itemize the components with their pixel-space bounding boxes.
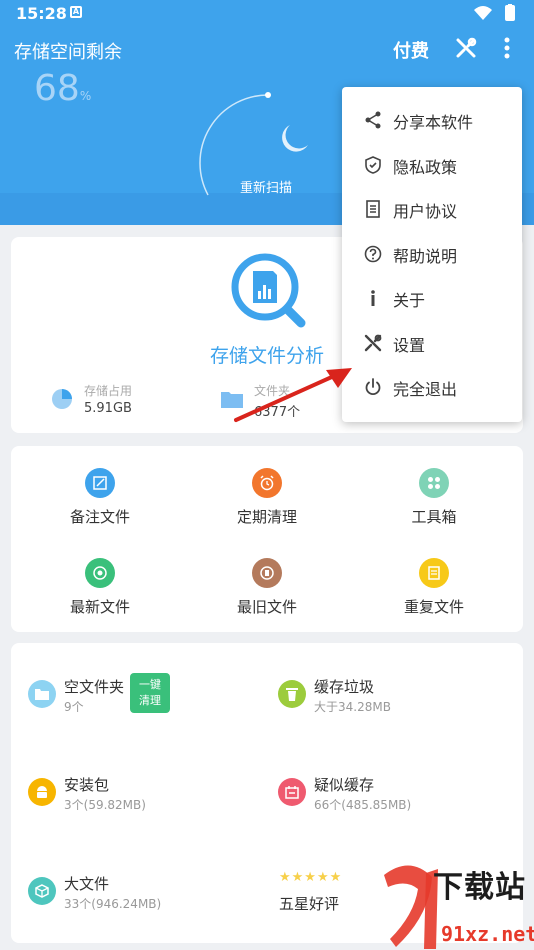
tool-label: 定期清理 bbox=[236, 508, 297, 526]
cleanup-title: 空文件夹 bbox=[64, 678, 125, 696]
notification-a-icon: A bbox=[70, 6, 82, 18]
menu-item-about[interactable]: 关于 bbox=[342, 277, 522, 321]
more-icon[interactable] bbox=[500, 36, 514, 60]
battery-icon bbox=[505, 5, 515, 21]
tool-newest-files[interactable]: 最新文件 bbox=[40, 558, 160, 617]
tool-oldest-files[interactable]: 最旧文件 bbox=[207, 558, 327, 617]
menu-label: 隐私政策 bbox=[393, 158, 458, 177]
menu-item-settings[interactable]: 设置 bbox=[342, 322, 522, 366]
cleanup-sub: 66个(485.85MB) bbox=[314, 798, 412, 812]
status-time: 15:28 bbox=[16, 4, 67, 23]
file-analysis-icon bbox=[231, 253, 306, 328]
tools-icon[interactable] bbox=[455, 37, 477, 59]
tool-label: 最新文件 bbox=[69, 598, 130, 616]
menu-item-help[interactable]: 帮助说明 bbox=[342, 233, 522, 277]
menu-item-agreement[interactable]: 用户协议 bbox=[342, 188, 522, 232]
cleanup-title: 大文件 bbox=[64, 875, 110, 893]
stat-value: 5.91GB bbox=[84, 401, 132, 416]
tools-icon bbox=[364, 334, 382, 352]
edit-icon bbox=[85, 468, 115, 498]
cleanup-title: 安装包 bbox=[64, 776, 110, 794]
share-icon bbox=[365, 111, 381, 129]
watermark-domain: 91xz.net bbox=[441, 922, 534, 946]
cleanup-sub: 33个(946.24MB) bbox=[64, 897, 162, 911]
menu-label: 帮助说明 bbox=[393, 247, 458, 266]
rescan-button[interactable]: 重新扫描 bbox=[240, 177, 292, 196]
menu-item-privacy[interactable]: 隐私政策 bbox=[342, 144, 522, 188]
rating-stars: ★★★★★ bbox=[279, 870, 343, 885]
watermark-text: 下载站 bbox=[433, 870, 526, 905]
pay-button[interactable]: 付费 bbox=[393, 37, 429, 63]
folder-icon bbox=[28, 680, 56, 708]
menu-label: 关于 bbox=[393, 291, 426, 310]
tool-notes[interactable]: 备注文件 bbox=[40, 468, 160, 527]
toolbox-icon bbox=[419, 468, 449, 498]
stat-label: 存储占用 bbox=[84, 384, 133, 398]
old-file-icon bbox=[252, 558, 282, 588]
box-icon bbox=[28, 877, 56, 905]
tool-toolbox[interactable]: 工具箱 bbox=[374, 468, 494, 527]
menu-label: 分享本软件 bbox=[393, 113, 474, 132]
page-title: 存储空间剩余 bbox=[14, 42, 122, 63]
shield-icon bbox=[365, 156, 381, 174]
one-key-clean-button[interactable]: 一键 清理 bbox=[130, 673, 170, 713]
menu-label: 完全退出 bbox=[393, 380, 458, 399]
storage-percent: 68% bbox=[34, 68, 92, 109]
status-icons bbox=[472, 4, 518, 26]
tools-card: 备注文件 定期清理 工具箱 最新文件 最旧文件 重复文件 bbox=[11, 446, 523, 632]
help-icon bbox=[364, 245, 382, 263]
cleanup-title: 疑似缓存 bbox=[314, 776, 375, 794]
tool-duplicate-files[interactable]: 重复文件 bbox=[374, 558, 494, 617]
cleanup-title: 缓存垃圾 bbox=[314, 678, 375, 696]
alarm-icon bbox=[252, 468, 282, 498]
new-file-icon bbox=[85, 558, 115, 588]
tool-label: 工具箱 bbox=[411, 508, 457, 526]
storage-usage-stat: 存储占用 5.91GB bbox=[51, 382, 132, 416]
tool-label: 备注文件 bbox=[69, 508, 130, 526]
status-bar: 15:28 A bbox=[0, 0, 534, 28]
menu-item-exit[interactable]: 完全退出 bbox=[342, 366, 522, 410]
annotation-arrow bbox=[234, 368, 352, 422]
cleanup-sub: 大于34.28MB bbox=[314, 700, 391, 714]
overflow-menu: 分享本软件 隐私政策 用户协议 帮助说明 关于 设置 完全退出 bbox=[342, 87, 522, 422]
menu-label: 用户协议 bbox=[393, 202, 458, 221]
pie-chart-icon bbox=[52, 389, 72, 409]
document-icon bbox=[366, 200, 380, 218]
wifi-icon bbox=[474, 6, 492, 20]
duplicate-icon bbox=[419, 558, 449, 588]
tool-label: 最旧文件 bbox=[236, 598, 297, 616]
five-star-rating-button[interactable]: 五星好评 bbox=[279, 893, 339, 914]
power-icon bbox=[365, 378, 381, 396]
cache-icon bbox=[278, 778, 306, 806]
menu-item-share[interactable]: 分享本软件 bbox=[342, 99, 522, 143]
cleanup-sub: 9个 bbox=[64, 700, 84, 714]
info-icon bbox=[371, 290, 375, 306]
cleanup-sub: 3个(59.82MB) bbox=[64, 798, 146, 812]
tool-schedule-clean[interactable]: 定期清理 bbox=[207, 468, 327, 527]
menu-label: 设置 bbox=[393, 336, 426, 355]
android-icon bbox=[28, 778, 56, 806]
tool-label: 重复文件 bbox=[403, 598, 464, 616]
trash-icon bbox=[278, 680, 306, 708]
